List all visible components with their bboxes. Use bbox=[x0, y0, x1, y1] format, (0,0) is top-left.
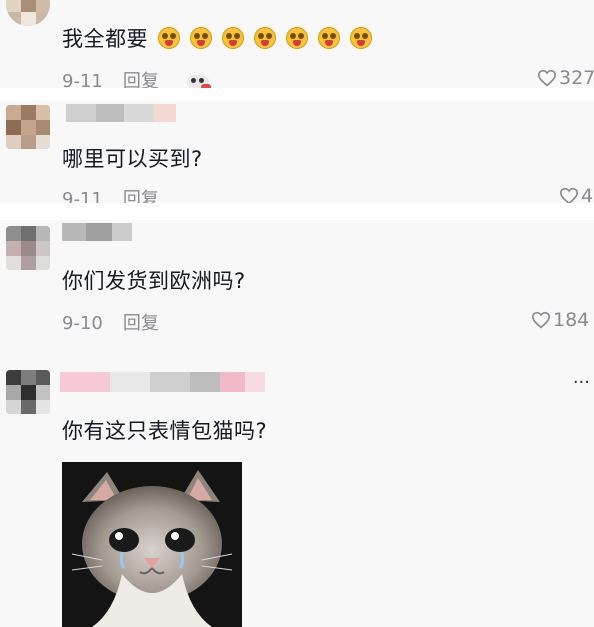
crying-cat-meme-image[interactable] bbox=[62, 462, 242, 627]
comment-4: ··· 你有这只表情包猫吗? bbox=[0, 350, 594, 627]
comment-date: 9-11 bbox=[62, 71, 103, 88]
crying-face-icon bbox=[286, 27, 308, 49]
heart-icon bbox=[559, 187, 579, 203]
heart-icon bbox=[537, 69, 557, 87]
comment-text: 你有这只表情包猫吗? bbox=[62, 419, 268, 443]
separator bbox=[0, 203, 594, 220]
like-button[interactable]: 327 bbox=[537, 67, 594, 88]
crying-face-icon bbox=[254, 27, 276, 49]
avatar[interactable] bbox=[6, 0, 50, 26]
like-count: 4 bbox=[581, 185, 594, 203]
comment-1: 我全都要 9-11 回复 327 bbox=[0, 0, 594, 88]
comment-text: 你们发货到欧洲吗? bbox=[62, 269, 246, 293]
avatar[interactable] bbox=[6, 105, 50, 149]
comment-date: 9-10 bbox=[62, 313, 103, 334]
avatar[interactable] bbox=[6, 226, 50, 270]
comment-2: 哪里可以买到? 9-11 回复 4 bbox=[0, 101, 594, 203]
cat-illustration bbox=[62, 462, 242, 627]
like-count: 184 bbox=[553, 309, 590, 331]
crying-face-icon bbox=[222, 27, 244, 49]
username-blurred[interactable] bbox=[62, 223, 132, 241]
comment-3: 你们发货到欧洲吗? 9-10 回复 184 bbox=[0, 220, 594, 350]
comment-date: 9-11 bbox=[62, 189, 103, 203]
reply-button[interactable]: 回复 bbox=[123, 71, 159, 88]
username-blurred[interactable] bbox=[66, 104, 176, 122]
comment-meta: 9-11 回复 bbox=[62, 67, 211, 88]
like-button[interactable]: 4 bbox=[559, 185, 593, 203]
comment-text: 我全都要 bbox=[62, 23, 372, 53]
reply-button[interactable]: 回复 bbox=[123, 313, 159, 334]
crying-face-icon bbox=[350, 27, 372, 49]
heart-icon bbox=[531, 311, 551, 329]
reply-button[interactable]: 回复 bbox=[123, 189, 159, 203]
crying-face-icon bbox=[318, 27, 340, 49]
comment-meta: 9-11 回复 bbox=[62, 185, 159, 203]
username-blurred[interactable] bbox=[60, 372, 265, 392]
sticker-icon bbox=[186, 75, 211, 88]
comment-meta: 9-10 回复 bbox=[62, 309, 159, 335]
crying-face-icon bbox=[190, 27, 212, 49]
crying-face-icon bbox=[158, 27, 180, 49]
like-button[interactable]: 184 bbox=[531, 309, 589, 331]
more-options-icon[interactable]: ··· bbox=[573, 372, 590, 393]
comment-text: 哪里可以买到? bbox=[62, 147, 203, 171]
avatar[interactable] bbox=[6, 370, 50, 414]
like-count: 327 bbox=[559, 67, 594, 88]
separator bbox=[0, 88, 594, 101]
